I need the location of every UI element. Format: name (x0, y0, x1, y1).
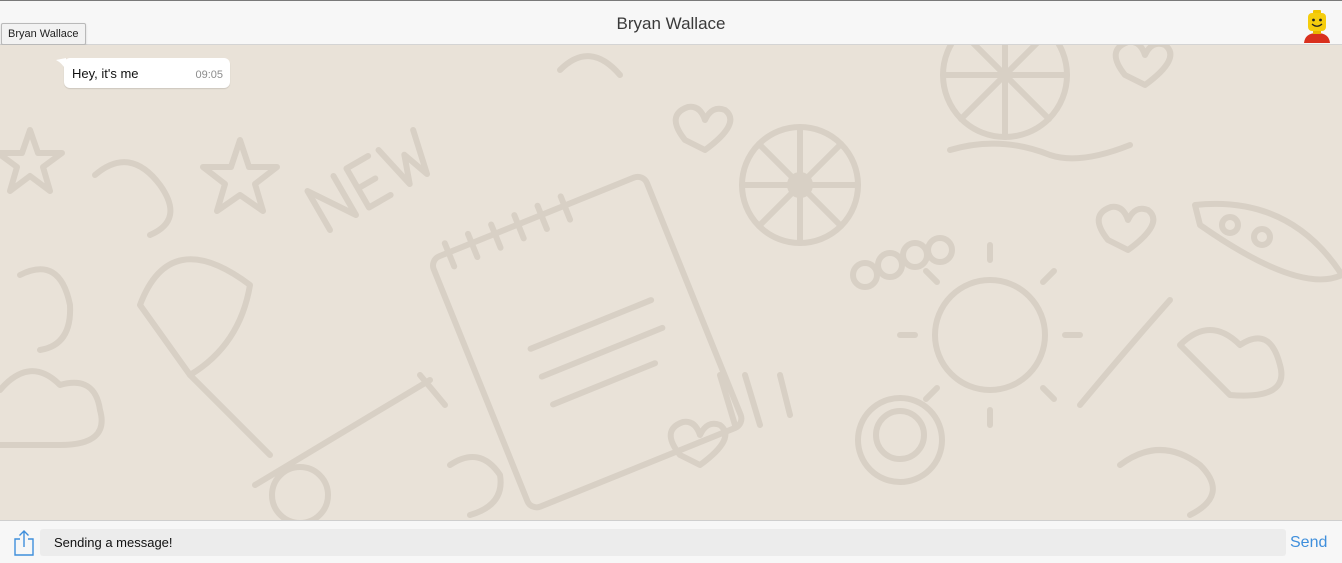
lego-minifigure-avatar-icon (1304, 10, 1330, 43)
contact-name-tooltip: Bryan Wallace (1, 23, 86, 45)
chat-title: Bryan Wallace (616, 14, 726, 33)
message-bubble-incoming[interactable]: Hey, it's me 09:05 (56, 58, 230, 88)
composer-bar: Send (0, 520, 1342, 563)
send-button[interactable]: Send (1290, 534, 1327, 552)
message-list[interactable]: Hey, it's me 09:05 (0, 45, 1342, 520)
chat-wallpaper (0, 45, 1342, 520)
chat-header: Bryan Wallace (0, 1, 1342, 45)
message-input[interactable] (40, 529, 1286, 556)
message-text: Hey, it's me (72, 66, 139, 81)
message-timestamp: 09:05 (195, 69, 223, 81)
bubble-tail (56, 58, 66, 70)
share-icon[interactable] (11, 529, 37, 557)
avatar[interactable] (1302, 9, 1332, 43)
